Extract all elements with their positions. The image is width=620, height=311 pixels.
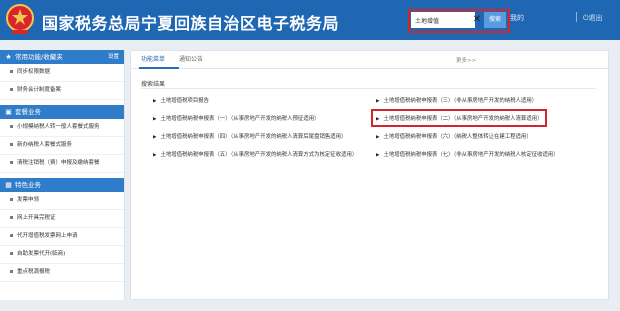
bullet-icon: [10, 88, 13, 91]
section-title: 特色业务: [15, 181, 41, 189]
sidebar: ★ 常用功能/收藏夹 设置 同步权限数据 财务会计制度备案 ▣ 套餐业务 小规模纳税…: [0, 50, 125, 300]
result-link[interactable]: ▶ 土地增值税项目报告: [153, 96, 209, 104]
sidebar-item-new-taxpayer[interactable]: 新办纳税人套餐式服务: [0, 137, 124, 155]
section-title: 常用功能/收藏夹: [15, 53, 63, 61]
triangle-icon: ▶: [153, 117, 157, 122]
result-label: 土地增值税纳税申报表（七）（非从事房地产开发的纳税人核定征收适用）: [383, 152, 559, 158]
result-label: 土地增值税项目报告: [160, 98, 209, 104]
result-label: 土地增值税纳税申报表（六）（纳税人整体转让在建工程适用）: [383, 134, 532, 140]
section-package-header[interactable]: ▣ 套餐业务: [0, 105, 124, 119]
triangle-icon: ▶: [376, 135, 380, 140]
tab-notices[interactable]: 通知公告: [179, 54, 203, 63]
search-box: ✕ 搜索: [408, 9, 510, 33]
result-label: 土地增值税纳税申报表（三）（非从事房地产开发的纳税人适用）: [383, 98, 538, 104]
bullet-icon: [10, 198, 13, 201]
section-favorites-header[interactable]: ★ 常用功能/收藏夹 设置: [0, 50, 124, 64]
sidebar-item-label: 清税注销税（费）申报及缴纳套餐: [17, 160, 100, 166]
header-divider: [576, 12, 577, 22]
sidebar-item-label: 小规模纳税人转一般人套餐式服务: [17, 124, 100, 130]
sidebar-item-label: 财务会计制度备案: [17, 87, 62, 93]
active-tab-indicator: [139, 67, 179, 69]
sidebar-item-self-service-invoice[interactable]: 自助发票代开(临商): [0, 246, 124, 264]
logout-link[interactable]: ⏻退出: [583, 13, 603, 23]
sidebar-item-label: 新办纳税人套餐式服务: [17, 142, 73, 148]
result-link[interactable]: ▶ 土地增值税纳税申报表（一）（从事房地产开发的纳税人预征适用）: [153, 114, 320, 122]
section-special-header[interactable]: ▦ 特色业务: [0, 178, 124, 192]
sidebar-item-label: 同步权限数据: [17, 69, 51, 75]
logout-label: 退出: [588, 14, 603, 22]
package-icon: ▣: [5, 108, 12, 116]
result-label: 土地增值税纳税申报表（四）（从事房地产开发的纳税人清算后尾盘销售适用）: [160, 134, 347, 140]
result-label: 土地增值税纳税申报表（一）（从事房地产开发的纳税人预征适用）: [160, 116, 320, 122]
sidebar-item-sync-permissions[interactable]: 同步权限数据: [0, 64, 124, 82]
result-link[interactable]: ▶ 土地增值税纳税申报表（五）（从事房地产开发的纳税人清算方式为核定征收适用）: [153, 150, 357, 158]
bullet-icon: [10, 252, 13, 255]
main-panel: 功能菜单 通知公告 更多>> 搜索结果 ▶ 土地增值税项目报告 ▶ 土地增值税纳税申…: [130, 50, 609, 300]
sidebar-item-key-tax-source[interactable]: 重点税源报税: [0, 264, 124, 282]
triangle-icon: ▶: [153, 135, 157, 140]
sidebar-item-vat-invoice-apply[interactable]: 代开增值税发票网上申请: [0, 228, 124, 246]
bullet-icon: [10, 234, 13, 237]
bullet-icon: [10, 125, 13, 128]
tax-emblem-icon: [6, 4, 34, 34]
bullet-icon: [10, 161, 13, 164]
bullet-icon: [10, 270, 13, 273]
site-title: 国家税务总局宁夏回族自治区电子税务局: [42, 14, 340, 33]
triangle-icon: ▶: [153, 99, 157, 104]
sidebar-item-label: 代开增值税发票网上申请: [17, 233, 78, 239]
more-link[interactable]: 更多>>: [456, 56, 476, 64]
result-label: 土地增值税纳税申报表（五）（从事房地产开发的纳税人清算方式为核定征收适用）: [160, 152, 358, 158]
account-link[interactable]: 我的: [510, 13, 524, 23]
settings-link[interactable]: 设置: [108, 50, 119, 64]
highlight-box: [371, 109, 547, 127]
section-title: 套餐业务: [15, 108, 41, 116]
sidebar-item-label: 发票申领: [17, 197, 40, 203]
clear-icon[interactable]: ✕: [470, 12, 484, 28]
bullet-icon: [10, 70, 13, 73]
result-link[interactable]: ▶ 土地增值税纳税申报表（七）（非从事房地产开发的纳税人核定征收适用）: [376, 150, 559, 158]
bullet-icon: [10, 143, 13, 146]
result-link[interactable]: ▶ 土地增值税纳税申报表（四）（从事房地产开发的纳税人清算后尾盘销售适用）: [153, 132, 346, 140]
sidebar-item-invoice-apply[interactable]: 发票申领: [0, 192, 124, 210]
search-button[interactable]: 搜索: [484, 12, 506, 28]
sidebar-item-tax-certificate[interactable]: 网上开具完税证: [0, 210, 124, 228]
sidebar-item-accounting-filing[interactable]: 财务会计制度备案: [0, 82, 124, 100]
sidebar-item-small-to-general[interactable]: 小规模纳税人转一般人套餐式服务: [0, 119, 124, 137]
sidebar-item-label: 自助发票代开(临商): [17, 251, 66, 257]
star-icon: ★: [5, 53, 12, 61]
triangle-icon: ▶: [376, 99, 380, 104]
results-divider: [141, 88, 596, 89]
sidebar-item-deregistration[interactable]: 清税注销税（费）申报及缴纳套餐: [0, 155, 124, 173]
result-link[interactable]: ▶ 土地增值税纳税申报表（六）（纳税人整体转让在建工程适用）: [376, 132, 532, 140]
triangle-icon: ▶: [153, 153, 157, 158]
result-link[interactable]: ▶ 土地增值税纳税申报表（三）（非从事房地产开发的纳税人适用）: [376, 96, 537, 104]
grid-icon: ▦: [5, 181, 12, 189]
sidebar-item-label: 网上开具完税证: [17, 215, 56, 221]
triangle-icon: ▶: [376, 153, 380, 158]
tab-function-menu[interactable]: 功能菜单: [141, 54, 165, 63]
tab-bar: 功能菜单 通知公告 更多>>: [131, 51, 608, 69]
top-banner: 国家税务总局宁夏回族自治区电子税务局 ✕ 搜索 我的 ⏻退出: [0, 0, 620, 40]
bullet-icon: [10, 216, 13, 219]
results-title: 搜索结果: [141, 81, 166, 88]
sidebar-item-label: 重点税源报税: [17, 269, 51, 275]
search-input[interactable]: [411, 12, 475, 28]
